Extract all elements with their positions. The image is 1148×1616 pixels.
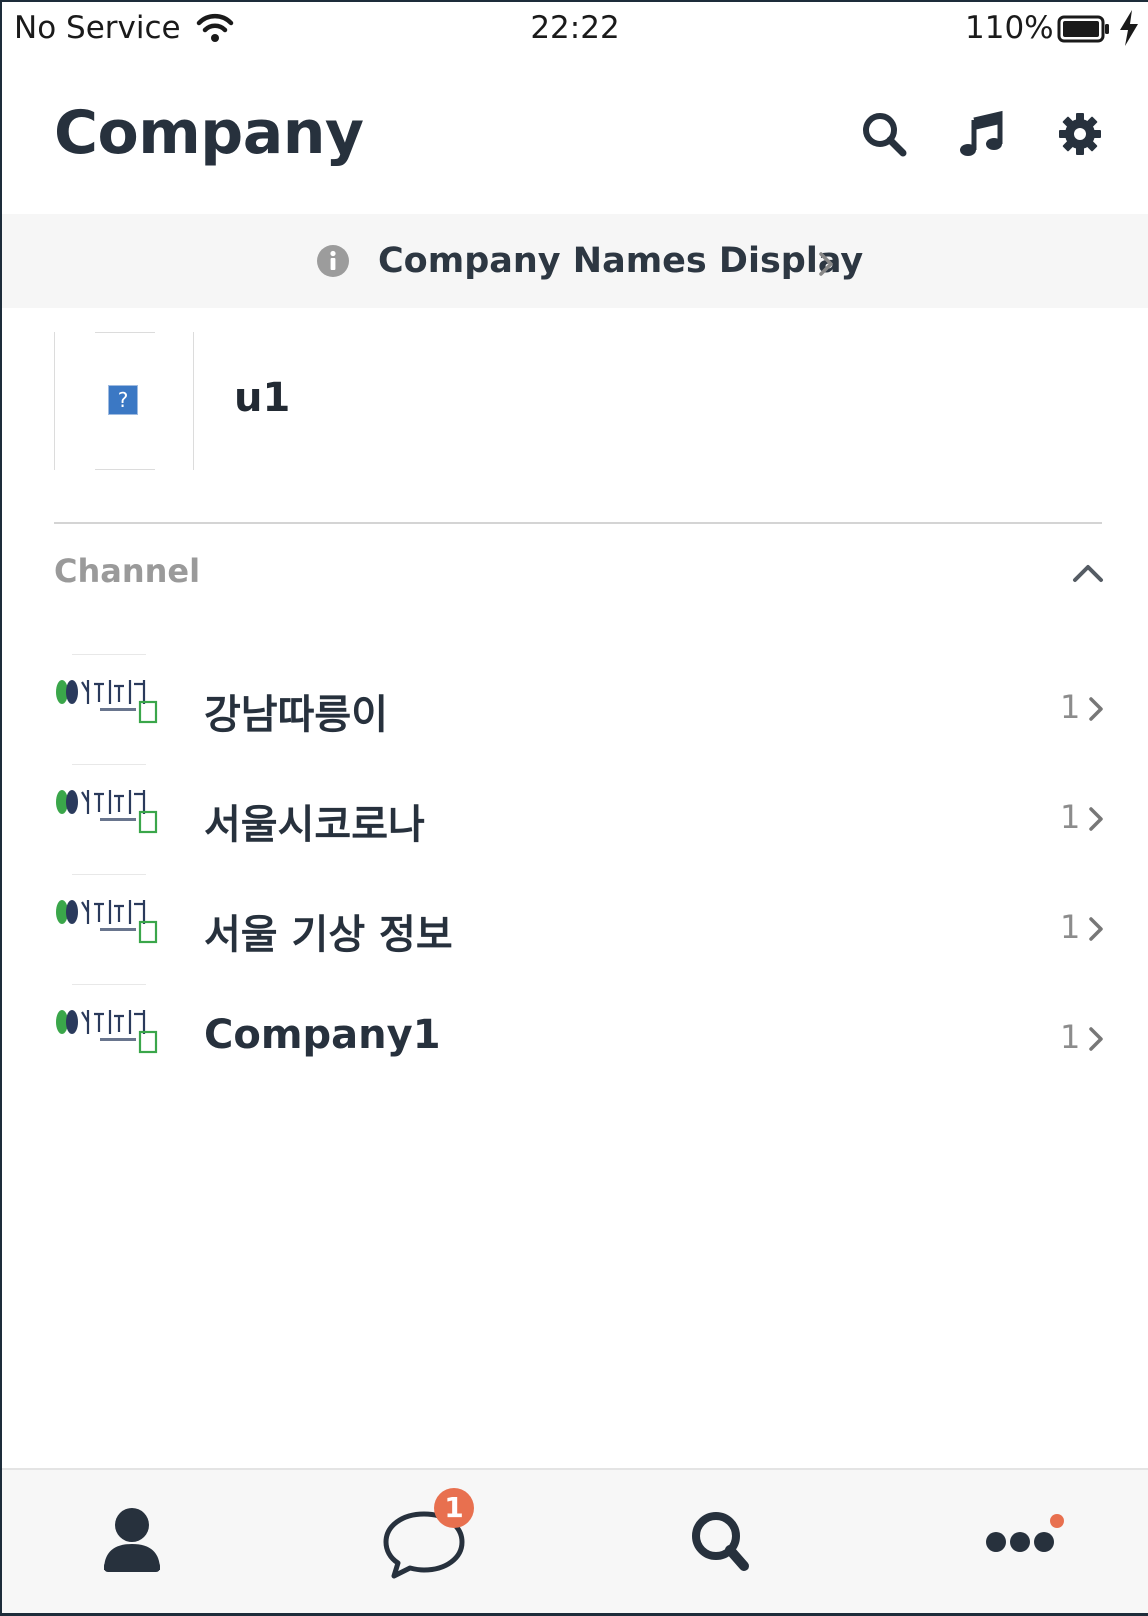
channel-count: 1 [1060,1018,1081,1056]
info-icon [316,244,350,282]
notification-dot [1050,1514,1064,1528]
seoul-bike-logo [54,874,162,948]
logo-frame-top [72,874,146,875]
collapse-button[interactable] [1068,554,1108,590]
search-icon [692,1512,749,1571]
search-button[interactable] [856,106,912,162]
channel-count: 1 [1060,688,1081,726]
chevron-right-icon [816,249,836,283]
channel-row[interactable]: 강남따릉이 1 [54,642,1103,752]
channel-name: 서울 기상 정보 [204,912,453,958]
profile-name[interactable]: u1 [234,375,290,421]
music-button[interactable] [954,106,1010,162]
chevron-right-icon [1086,804,1106,838]
channel-row[interactable]: 서울 기상 정보 1 [54,862,1103,972]
more-icon [986,1532,1054,1552]
seoul-bike-logo [54,984,162,1058]
chevron-up-icon [1073,565,1103,582]
channel-row[interactable]: 서울시코로나 1 [54,752,1103,862]
person-icon [104,1508,160,1572]
avatar-frame-top [95,332,155,333]
broken-image-icon: ? [108,385,138,415]
chevron-right-icon [1086,914,1106,948]
battery-percent: 110% [965,10,1054,46]
tab-search[interactable] [620,1470,820,1613]
logo-frame-top [72,764,146,765]
tab-more[interactable] [918,1470,1118,1613]
chevron-right-icon [1086,1024,1106,1058]
channel-count: 1 [1060,798,1081,836]
channel-name: 서울시코로나 [204,802,425,848]
page-title: Company [54,98,364,168]
seoul-bike-logo [54,654,162,728]
seoul-bike-logo [54,764,162,838]
avatar-frame-bottom [95,469,155,470]
channel-count: 1 [1060,908,1081,946]
divider [54,522,1102,524]
avatar[interactable]: ? [54,332,194,470]
status-bar: No Service 22:22 110% [2,2,1148,58]
banner-label: Company Names Display [378,241,864,281]
tab-profile[interactable] [32,1470,232,1613]
channel-row[interactable]: Company1 1 [54,972,1103,1082]
chevron-right-icon [1086,694,1106,728]
charging-icon [1118,10,1140,50]
unread-badge: 1 [434,1488,474,1528]
tab-chats[interactable]: 1 [324,1470,524,1613]
app-screen: No Service 22:22 110% Company Company Na… [2,2,1148,1613]
chat-bubble-icon [383,1511,465,1579]
search-icon [863,113,907,157]
logo-frame-top [72,654,146,655]
channel-name: Company1 [204,1012,441,1058]
tab-bar: 1 [2,1468,1148,1613]
settings-button[interactable] [1052,106,1108,162]
logo-frame-top [72,984,146,985]
battery-icon [1057,15,1111,49]
music-note-icon [960,110,1003,156]
channel-name: 강남따릉이 [204,692,388,738]
gear-icon [1059,113,1101,155]
company-names-banner[interactable]: Company Names Display [2,214,1148,308]
section-title: Channel [54,552,201,590]
